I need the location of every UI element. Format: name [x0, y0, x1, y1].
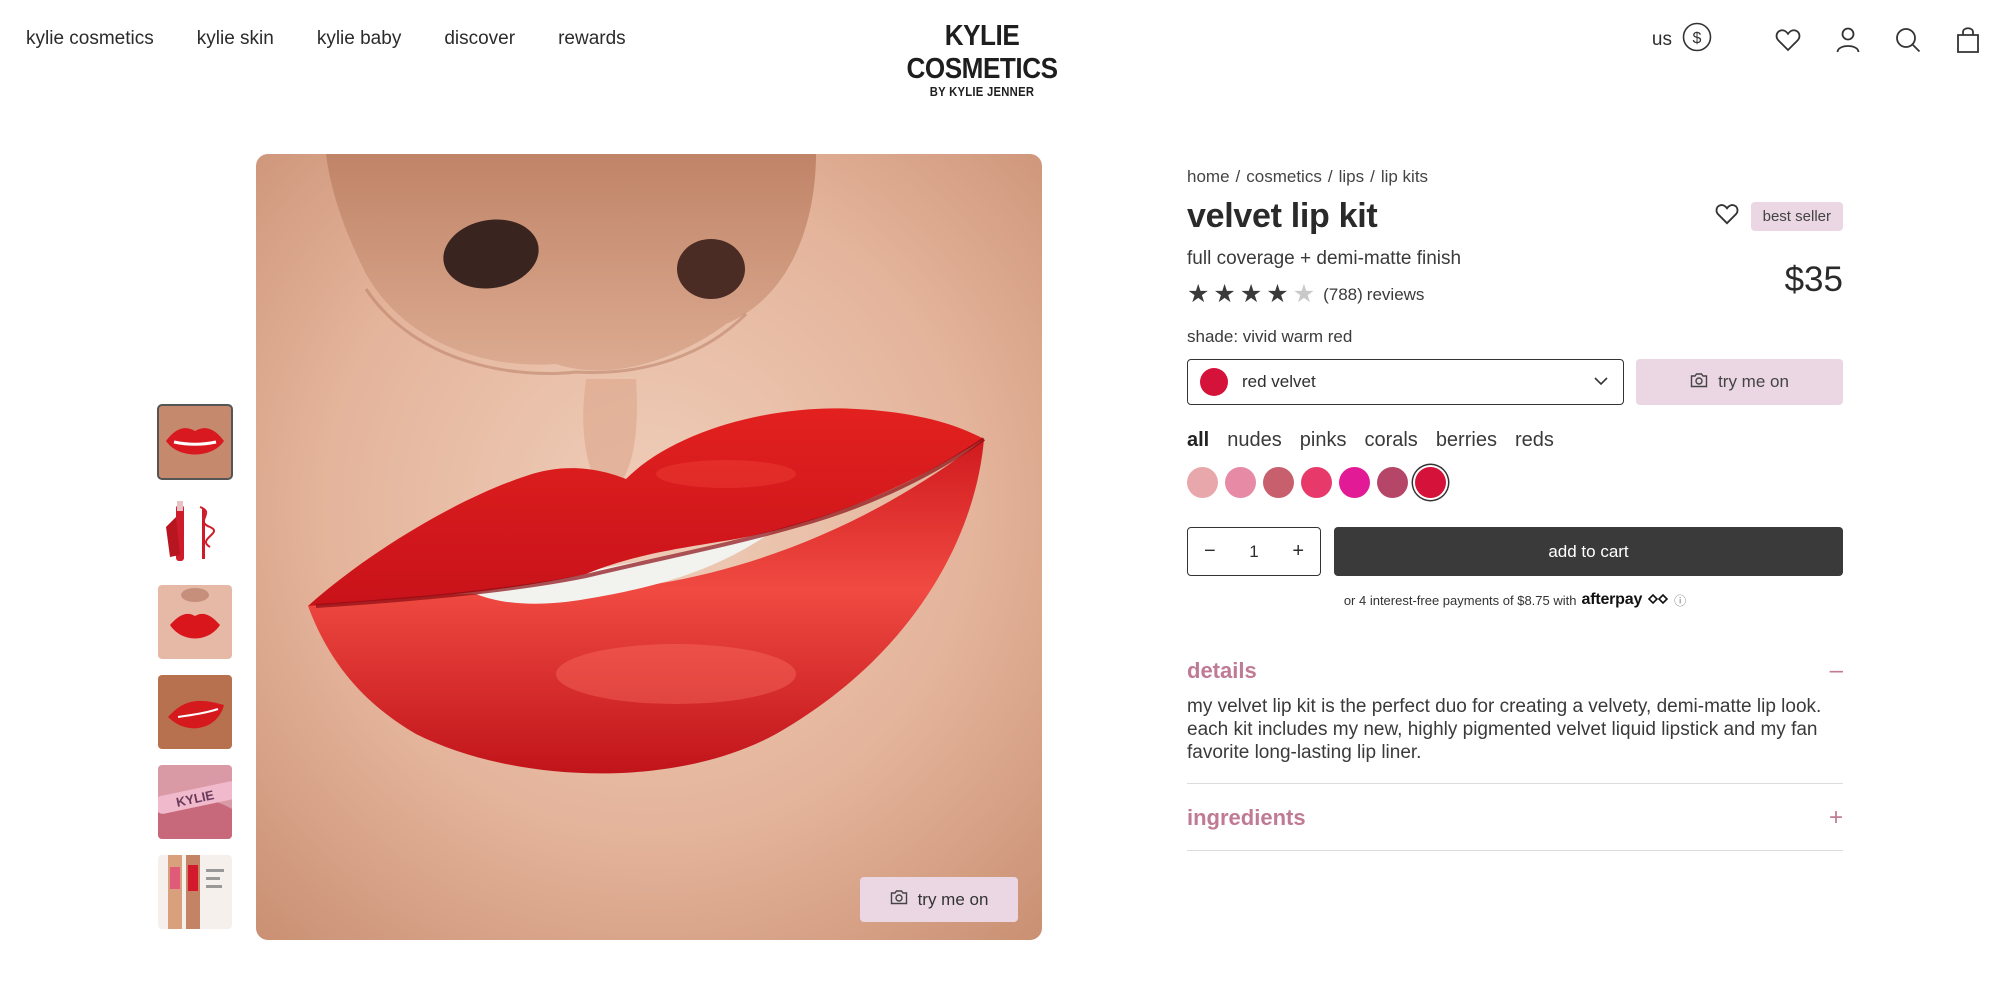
star-icon: ★ [1187, 280, 1210, 308]
breadcrumb-lip-kits[interactable]: lip kits [1381, 167, 1428, 187]
thumbnail-lip-kit-product[interactable] [158, 495, 232, 569]
quantity-value[interactable]: 1 [1249, 542, 1258, 562]
breadcrumb-lips[interactable]: lips [1339, 167, 1365, 187]
filter-berries[interactable]: berries [1436, 429, 1497, 452]
filter-nudes[interactable]: nudes [1227, 429, 1282, 452]
selected-shade-name: red velvet [1242, 372, 1316, 391]
filter-pinks[interactable]: pinks [1300, 429, 1347, 452]
breadcrumb-separator: / [1235, 167, 1241, 186]
thumbnail-lips-closeup[interactable] [157, 404, 233, 480]
thumbnail-lips-side[interactable] [158, 675, 232, 749]
selected-shade-dot [1200, 368, 1228, 396]
filter-reds[interactable]: reds [1515, 429, 1554, 452]
info-icon[interactable]: ⓘ [1674, 592, 1686, 609]
afterpay-loop-icon [1647, 593, 1669, 608]
thumbnail-list: KYLIE [157, 404, 233, 929]
rating[interactable]: ★ ★ ★ ★ ★ (788) reviews [1187, 282, 1461, 307]
thumbnail-lips-gloss-tube[interactable]: KYLIE [158, 765, 232, 839]
camera-icon [1690, 372, 1708, 393]
collapse-icon: – [1829, 657, 1843, 684]
thumbnail-arm-swatches[interactable] [158, 855, 232, 929]
reviews-label: reviews [1366, 284, 1425, 304]
thumbnail-lips-face[interactable] [158, 585, 232, 659]
dollar-icon: $ [1682, 22, 1712, 58]
chevron-down-icon [1593, 373, 1609, 394]
shade-dropdown[interactable]: red velvet [1187, 359, 1624, 405]
breadcrumb-cosmetics[interactable]: cosmetics [1246, 167, 1322, 187]
details-title: details [1187, 658, 1257, 683]
expand-icon: + [1828, 804, 1843, 831]
heart-icon[interactable] [1774, 26, 1802, 54]
star-icon: ★ [1292, 280, 1316, 308]
header-icons: us $ [1652, 22, 1982, 58]
increase-quantity-button[interactable]: + [1292, 540, 1304, 563]
product-subtitle: full coverage + demi-matte finish [1187, 248, 1462, 269]
region-selector[interactable]: us $ [1652, 22, 1712, 58]
try-on-overlay-label: try me on [917, 889, 989, 909]
product-hero-image[interactable]: try me on [256, 154, 1042, 940]
try-on-label: try me on [1718, 372, 1789, 391]
logo-main: KYLIE COSMETICS [906, 20, 1058, 85]
ingredients-title: ingredients [1187, 805, 1306, 830]
shade-swatch[interactable] [1263, 467, 1294, 498]
bag-icon[interactable] [1954, 26, 1982, 54]
main-nav: kylie cosmetics kylie skin kylie baby di… [26, 28, 626, 50]
breadcrumb-separator: / [1370, 167, 1375, 186]
nav-kylie-cosmetics[interactable]: kylie cosmetics [26, 28, 154, 50]
afterpay-info: or 4 interest-free payments of $8.75 wit… [1187, 591, 1843, 609]
product-price: $35 [1784, 260, 1843, 299]
product-title: velvet lip kit [1187, 197, 1378, 235]
shade-swatches [1187, 467, 1843, 498]
add-to-cart-button[interactable]: add to cart [1334, 527, 1843, 576]
details-header[interactable]: details – [1187, 657, 1843, 685]
filter-corals[interactable]: corals [1364, 429, 1417, 452]
afterpay-logo: afterpay [1581, 591, 1643, 608]
logo-sub: BY KYLIE JENNER [929, 85, 1035, 99]
decrease-quantity-button[interactable]: − [1204, 540, 1216, 563]
shade-swatch[interactable] [1339, 467, 1370, 498]
nav-discover[interactable]: discover [444, 28, 515, 50]
region-label: us [1651, 29, 1672, 50]
ingredients-header[interactable]: ingredients + [1187, 804, 1843, 832]
search-icon[interactable] [1894, 26, 1922, 54]
review-count: (788) [1323, 284, 1363, 304]
breadcrumb-separator: / [1327, 167, 1333, 186]
shade-swatch[interactable] [1377, 467, 1408, 498]
svg-text:$: $ [1693, 30, 1702, 47]
details-accordion: details – my velvet lip kit is the perfe… [1187, 657, 1843, 784]
afterpay-text: or 4 interest-free payments of $8.75 wit… [1343, 592, 1577, 608]
star-icon: ★ [1239, 280, 1263, 308]
nav-rewards[interactable]: rewards [558, 28, 626, 50]
quantity-stepper: − 1 + [1187, 527, 1321, 576]
camera-icon [890, 889, 908, 910]
star-icon: ★ [1213, 280, 1236, 308]
try-on-overlay-button[interactable]: try me on [860, 877, 1018, 922]
shade-swatch[interactable] [1415, 467, 1446, 498]
star-icon: ★ [1266, 280, 1289, 308]
brand-logo[interactable]: KYLIE COSMETICS BY KYLIE JENNER [892, 20, 1072, 99]
wishlist-heart-icon[interactable] [1715, 203, 1739, 230]
details-body: my velvet lip kit is the perfect duo for… [1187, 695, 1843, 784]
shade-filters: all nudes pinks corals berries reds [1187, 429, 1843, 452]
try-on-button[interactable]: try me on [1636, 359, 1843, 405]
shade-label: shade: vivid warm red [1187, 327, 1353, 346]
nav-kylie-skin[interactable]: kylie skin [197, 28, 274, 50]
shade-swatch[interactable] [1225, 467, 1256, 498]
product-info: home / cosmetics / lips / lip kits velvet l… [1187, 154, 1843, 851]
shade-swatch[interactable] [1187, 467, 1218, 498]
breadcrumb-home[interactable]: home [1187, 167, 1230, 187]
filter-all[interactable]: all [1187, 429, 1209, 452]
nav-kylie-baby[interactable]: kylie baby [317, 28, 402, 50]
best-seller-badge: best seller [1750, 202, 1843, 231]
breadcrumb: home / cosmetics / lips / lip kits [1187, 167, 1843, 187]
account-icon[interactable] [1834, 26, 1862, 54]
shade-swatch[interactable] [1301, 467, 1332, 498]
ingredients-accordion: ingredients + [1187, 784, 1843, 851]
